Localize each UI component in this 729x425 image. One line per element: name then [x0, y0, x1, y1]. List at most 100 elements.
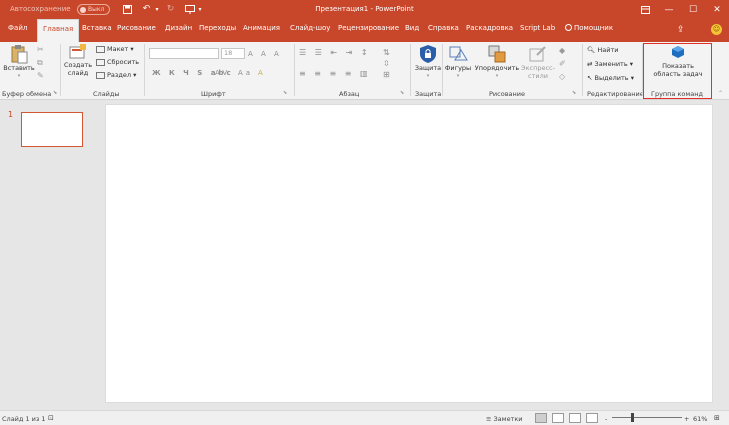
group-separator [294, 44, 295, 96]
new-slide-label-1: Создать [63, 61, 93, 69]
paste-button[interactable]: Вставить ▾ [3, 44, 35, 80]
replace-button[interactable]: ⇄ Заменить ▾ [587, 60, 633, 69]
title-bar: Автосохранение Выкл ↶ ▾ ↻ ▾ Презентация1… [0, 0, 729, 19]
tab-view[interactable]: Вид [405, 24, 419, 32]
smiley-feedback-icon[interactable]: ☺ [711, 24, 722, 35]
tab-file[interactable]: Файл [8, 24, 27, 32]
protect-group-label: Защита [415, 90, 442, 98]
font-size-combobox[interactable]: 18 [221, 48, 245, 59]
font-color-icon[interactable]: A [258, 69, 266, 77]
tab-script-lab[interactable]: Script Lab [520, 24, 555, 32]
select-button[interactable]: ↖ Выделить ▾ [587, 74, 634, 83]
font-size-grow-shrink[interactable]: A A [248, 50, 269, 58]
slide-count: Слайд 1 из 1 [2, 415, 46, 423]
cut-icon[interactable]: ✂ [37, 45, 44, 54]
font-size-value: 18 [224, 49, 233, 57]
tab-draw[interactable]: Рисование [117, 24, 156, 32]
slideshow-view-icon[interactable] [586, 413, 598, 423]
smartart-icon[interactable]: ⊞ [383, 70, 393, 79]
shape-outline-icon[interactable]: ✐ [559, 59, 566, 68]
reset-button[interactable]: Сбросить [96, 58, 139, 67]
ribbon-tabs: Файл Главная Вставка Рисование Дизайн Пе… [0, 19, 729, 42]
tab-animations[interactable]: Анимация [243, 24, 280, 32]
new-slide-button[interactable]: Создать слайд [62, 44, 94, 77]
arrange-dropdown-icon: ▾ [495, 73, 499, 79]
arrange-icon [488, 45, 506, 63]
align-buttons[interactable]: ≡ ≡ ≡ ≡ ▥ [299, 69, 371, 78]
format-painter-icon[interactable]: ✎ [37, 71, 44, 80]
shapes-label: Фигуры [444, 64, 472, 72]
shapes-dropdown-icon: ▾ [456, 73, 460, 79]
zoom-in-button[interactable]: + [684, 415, 689, 423]
quick-styles-button[interactable]: Экспресс- стили [521, 44, 555, 80]
vertical-scrollbar[interactable] [716, 101, 729, 410]
clipboard-group-label: Буфер обмена [2, 90, 52, 98]
slides-group-label: Слайды [93, 90, 120, 98]
notes-button[interactable]: ≡ Заметки [486, 415, 523, 423]
tab-slideshow[interactable]: Слайд-шоу [290, 24, 330, 32]
select-icon: ↖ [587, 74, 593, 82]
find-button[interactable]: 🔍︎ Найти [587, 46, 618, 55]
align-text-icon[interactable]: ⇳ [383, 59, 393, 68]
group-separator [582, 44, 583, 96]
section-label: Раздел [107, 71, 132, 79]
copy-icon[interactable]: ⧉ [37, 58, 43, 67]
zoom-slider-track[interactable] [612, 417, 682, 418]
collapse-ribbon-icon[interactable]: ⌃ [718, 89, 723, 98]
slide-canvas[interactable] [105, 104, 713, 403]
clear-formatting-icon[interactable]: A [274, 50, 282, 58]
tab-help[interactable]: Справка [428, 24, 459, 32]
font-name-combobox[interactable] [149, 48, 219, 59]
tab-design[interactable]: Дизайн [165, 24, 192, 32]
layout-button[interactable]: Макет ▾ [96, 45, 134, 54]
fit-to-window-icon[interactable]: ⊞ [714, 414, 720, 422]
tab-transitions[interactable]: Переходы [199, 24, 236, 32]
char-spacing-icon[interactable]: AV [215, 69, 230, 77]
normal-view-icon[interactable] [535, 413, 547, 423]
select-label: Выделить [594, 74, 629, 82]
tab-home[interactable]: Главная [37, 19, 80, 42]
arrange-button[interactable]: Упорядочить ▾ [474, 44, 520, 80]
zoom-slider-thumb[interactable] [631, 413, 634, 422]
clipboard-launcher-icon[interactable]: ⬊ [53, 89, 57, 98]
ribbon-display-options-icon[interactable] [633, 0, 657, 19]
tab-insert[interactable]: Вставка [82, 24, 112, 32]
slide-sorter-icon[interactable] [552, 413, 564, 423]
maximize-icon[interactable]: ☐ [681, 0, 705, 19]
zoom-level[interactable]: 61% [693, 415, 707, 423]
zoom-out-button[interactable]: - [605, 415, 607, 423]
protect-button[interactable]: Защита ▾ [412, 44, 444, 80]
group-separator [60, 44, 61, 96]
shape-fill-icon[interactable]: ◆ [559, 46, 565, 55]
change-case-icon[interactable]: Aa [238, 69, 253, 77]
arrange-label: Упорядочить [474, 64, 520, 72]
spelling-icon[interactable]: ⊡ [48, 414, 54, 422]
window-title: Презентация1 - PowerPoint [315, 5, 414, 13]
lightbulb-icon [565, 24, 572, 31]
editing-group-label: Редактирование [587, 90, 644, 98]
minimize-icon[interactable]: — [657, 0, 681, 19]
font-group-label: Шрифт [201, 90, 226, 98]
close-icon[interactable]: ✕ [705, 0, 729, 19]
shield-lock-icon [420, 45, 436, 63]
drawing-launcher-icon[interactable]: ⬊ [572, 89, 576, 98]
list-buttons[interactable]: ☰ ☰ ⇤ ⇥ ↕ [299, 48, 371, 57]
tab-review[interactable]: Рецензирование [338, 24, 399, 32]
tab-storyboarding[interactable]: Раскадровка [466, 24, 513, 32]
text-direction-icon[interactable]: ⇅ [383, 48, 393, 57]
reading-view-icon[interactable] [569, 413, 581, 423]
replace-label: Заменить [594, 60, 628, 68]
section-button[interactable]: Раздел ▾ [96, 71, 136, 80]
share-icon[interactable]: ⇪ [677, 25, 685, 35]
reset-label: Сбросить [107, 58, 140, 66]
paragraph-launcher-icon[interactable]: ⬊ [400, 89, 404, 98]
slide-thumbnails-panel [0, 101, 98, 410]
shape-effects-icon[interactable]: ◇ [559, 72, 565, 81]
tab-tell-me[interactable]: Помощник [565, 24, 613, 32]
quick-styles-label-1: Экспресс- [521, 64, 555, 72]
font-launcher-icon[interactable]: ⬊ [283, 89, 287, 98]
shapes-button[interactable]: Фигуры ▾ [443, 44, 473, 80]
new-slide-icon [69, 44, 86, 59]
slide-thumbnail[interactable] [21, 112, 83, 147]
powerpoint-window: Автосохранение Выкл ↶ ▾ ↻ ▾ Презентация1… [0, 0, 729, 425]
